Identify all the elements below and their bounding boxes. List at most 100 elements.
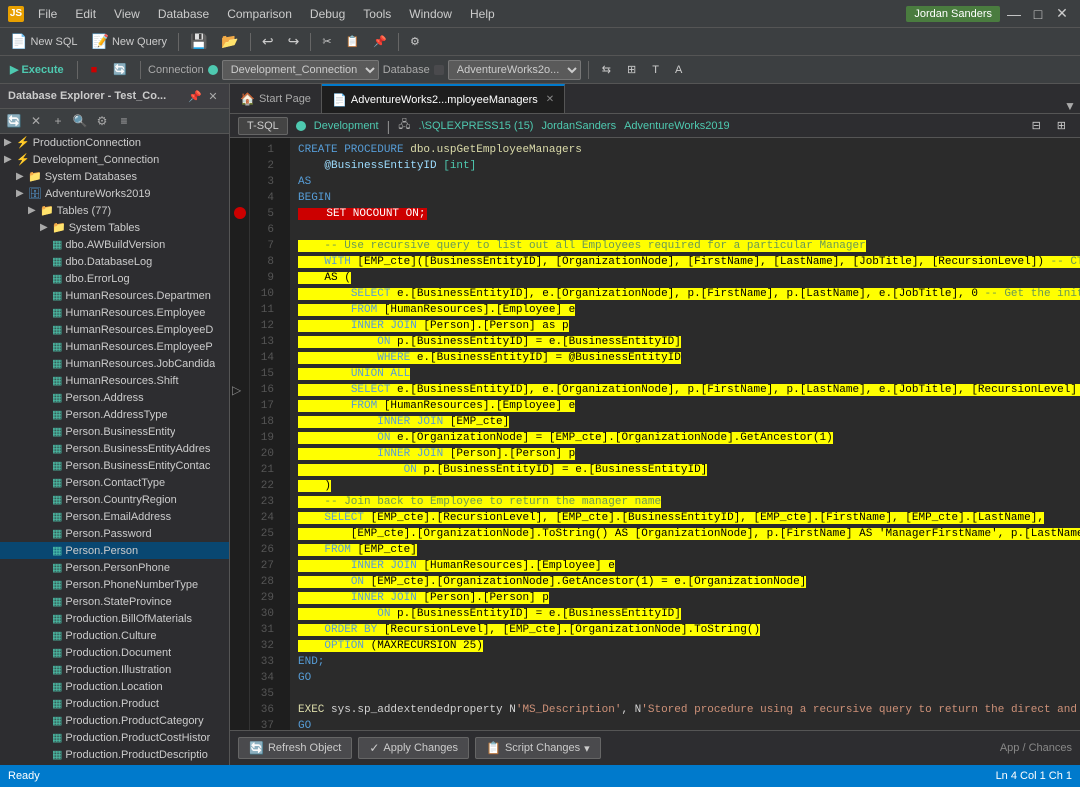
apply-changes-button[interactable]: ✓ Apply Changes (358, 737, 469, 759)
tsql-mode-button[interactable]: T-SQL (238, 117, 288, 135)
db-explorer-pin-button[interactable]: 📌 (187, 88, 203, 104)
code-line: FROM [EMP_cte] (298, 542, 1072, 558)
close-button[interactable]: ✕ (1052, 4, 1072, 24)
menu-file[interactable]: File (30, 5, 65, 23)
tree-label: dbo.DatabaseLog (65, 256, 152, 268)
tree-item[interactable]: ▦HumanResources.Employee (0, 304, 229, 321)
refresh-object-button[interactable]: 🔄 Refresh Object (238, 737, 352, 759)
menu-tools[interactable]: Tools (355, 5, 399, 23)
tree-item[interactable]: ▶📁Tables (77) (0, 202, 229, 219)
tree-item[interactable]: ▦Production.ProductCostHistor (0, 729, 229, 746)
database-dropdown[interactable]: AdventureWorks2o... (448, 60, 581, 80)
tree-item[interactable]: ▦Person.BusinessEntityAddres (0, 440, 229, 457)
toolbar-btn-paste[interactable]: 📌 (367, 33, 393, 50)
code-line: GO (298, 718, 1072, 730)
menu-comparison[interactable]: Comparison (219, 5, 300, 23)
tree-item[interactable]: ▦HumanResources.EmployeeD (0, 321, 229, 338)
toolbar-btn-grid[interactable]: ⊞ (621, 61, 642, 78)
tree-item[interactable]: ▶📁System Tables (0, 219, 229, 236)
menu-window[interactable]: Window (401, 5, 460, 23)
sql-code-editor[interactable]: CREATE PROCEDURE dbo.uspGetEmployeeManag… (290, 138, 1080, 730)
tree-item[interactable]: ▦Person.Password (0, 525, 229, 542)
new-query-icon: 📝 (92, 33, 109, 50)
menu-view[interactable]: View (106, 5, 148, 23)
toolbar-btn-copy[interactable]: 📋 (340, 33, 366, 50)
tree-item[interactable]: ▦Person.ContactType (0, 474, 229, 491)
tree-item[interactable]: ▦Person.EmailAddress (0, 508, 229, 525)
refresh-button[interactable]: 🔄 (107, 61, 133, 78)
tree-item[interactable]: ▦Production.ProductCategory (0, 712, 229, 729)
toolbar-btn-cut[interactable]: ✂ (316, 33, 337, 50)
tree-item[interactable]: ▦dbo.AWBuildVersion (0, 236, 229, 253)
db-refresh-icon[interactable]: 🔄 (4, 111, 24, 131)
tree-item[interactable]: ▦Person.Address (0, 389, 229, 406)
tree-item[interactable]: ▦Person.PersonPhone (0, 559, 229, 576)
menu-help[interactable]: Help (462, 5, 503, 23)
db-explorer-close-button[interactable]: ✕ (205, 88, 221, 104)
code-line: SET NOCOUNT ON; (298, 206, 1072, 222)
connection-dropdown[interactable]: Development_Connection (222, 60, 379, 80)
script-changes-button[interactable]: 📋 Script Changes ▾ (475, 737, 601, 759)
tree-item[interactable]: ▦Production.BillOfMaterials (0, 610, 229, 627)
tree-item[interactable]: ▦Person.BusinessEntityContac (0, 457, 229, 474)
script-changes-label: Script Changes (505, 742, 580, 754)
toolbar-btn-text[interactable]: T (646, 62, 665, 78)
stop-button[interactable]: ■ (85, 62, 104, 78)
tree-item[interactable]: ▦Person.CountryRegion (0, 491, 229, 508)
tree-item[interactable]: ▦HumanResources.JobCandida (0, 355, 229, 372)
toolbar-btn-save[interactable]: 💾 (184, 31, 213, 52)
menu-debug[interactable]: Debug (302, 5, 353, 23)
db-disconnect-icon[interactable]: ✕ (26, 111, 46, 131)
toolbar-btn-compare[interactable]: ⇆ (596, 61, 617, 78)
tree-item[interactable]: ▦Person.BusinessEntity (0, 423, 229, 440)
menu-edit[interactable]: Edit (67, 5, 104, 23)
tab-close-button[interactable]: ✕ (546, 94, 554, 105)
code-line: WITH [EMP_cte]([BusinessEntityID], [Orga… (298, 254, 1072, 270)
db-explorer-panel: Database Explorer - Test_Co... 📌 ✕ 🔄 ✕ +… (0, 84, 230, 765)
tree-item[interactable]: ▦Person.Person (0, 542, 229, 559)
new-sql-button[interactable]: 📄 New SQL (4, 31, 84, 52)
tree-item[interactable]: ▦Person.StateProvince (0, 593, 229, 610)
action-bar: 🔄 Refresh Object ✓ Apply Changes 📋 Scrip… (230, 730, 1080, 765)
tree-item[interactable]: ▶⚡Development_Connection (0, 151, 229, 168)
menu-database[interactable]: Database (150, 5, 217, 23)
tree-arrow: ▶ (16, 171, 28, 182)
toolbar-btn-open[interactable]: 📂 (215, 31, 244, 52)
tree-item[interactable]: ▦Production.Location (0, 678, 229, 695)
toolbar-btn-redo[interactable]: ↪ (282, 31, 306, 52)
tabs-overflow-button[interactable]: ▼ (1060, 99, 1080, 113)
maximize-button[interactable]: □ (1028, 4, 1048, 24)
tab-start-page[interactable]: 🏠 Start Page (230, 84, 322, 113)
tree-item[interactable]: ▦dbo.DatabaseLog (0, 253, 229, 270)
execute-button[interactable]: ▶ Execute (4, 61, 70, 78)
tree-item[interactable]: ▦Production.Culture (0, 627, 229, 644)
tree-item[interactable]: ▦Person.PhoneNumberType (0, 576, 229, 593)
tree-item[interactable]: ▦Production.ProductDescriptio (0, 746, 229, 763)
tree-item[interactable]: ▦Production.Document (0, 644, 229, 661)
db-settings-icon[interactable]: ⚙ (92, 111, 112, 131)
toolbar-btn-settings[interactable]: ⚙ (404, 33, 426, 50)
db-filter-icon[interactable]: 🔍 (70, 111, 90, 131)
tree-label: HumanResources.Shift (65, 375, 178, 387)
tree-item[interactable]: ▦HumanResources.Shift (0, 372, 229, 389)
db-new-conn-icon[interactable]: + (48, 111, 68, 131)
tree-item[interactable]: ▶⚡ProductionConnection (0, 134, 229, 151)
db-more-icon[interactable]: ≡ (114, 111, 134, 131)
table-icon: ▦ (52, 698, 62, 710)
tree-item[interactable]: ▦HumanResources.EmployeeP (0, 338, 229, 355)
tree-item[interactable]: ▦dbo.ErrorLog (0, 270, 229, 287)
tab-employee-managers[interactable]: 📄 AdventureWorks2...mployeeManagers ✕ (322, 84, 565, 113)
tree-item[interactable]: ▦Production.Illustration (0, 661, 229, 678)
code-line: INNER JOIN [Person].[Person] as p (298, 318, 1072, 334)
editor-split-button[interactable]: ⊟ (1026, 117, 1047, 134)
editor-maximize-button[interactable]: ⊞ (1051, 117, 1072, 134)
minimize-button[interactable]: — (1004, 4, 1024, 24)
tree-item[interactable]: ▦Production.Product (0, 695, 229, 712)
toolbar-btn-font[interactable]: A (669, 62, 688, 78)
tree-item[interactable]: ▦Person.AddressType (0, 406, 229, 423)
toolbar-btn-undo[interactable]: ↩ (256, 31, 280, 52)
new-query-button[interactable]: 📝 New Query (86, 31, 173, 52)
tree-item[interactable]: ▦HumanResources.Departmen (0, 287, 229, 304)
tree-item[interactable]: ▶📁System Databases (0, 168, 229, 185)
tree-item[interactable]: ▶🗄AdventureWorks2019 (0, 185, 229, 202)
